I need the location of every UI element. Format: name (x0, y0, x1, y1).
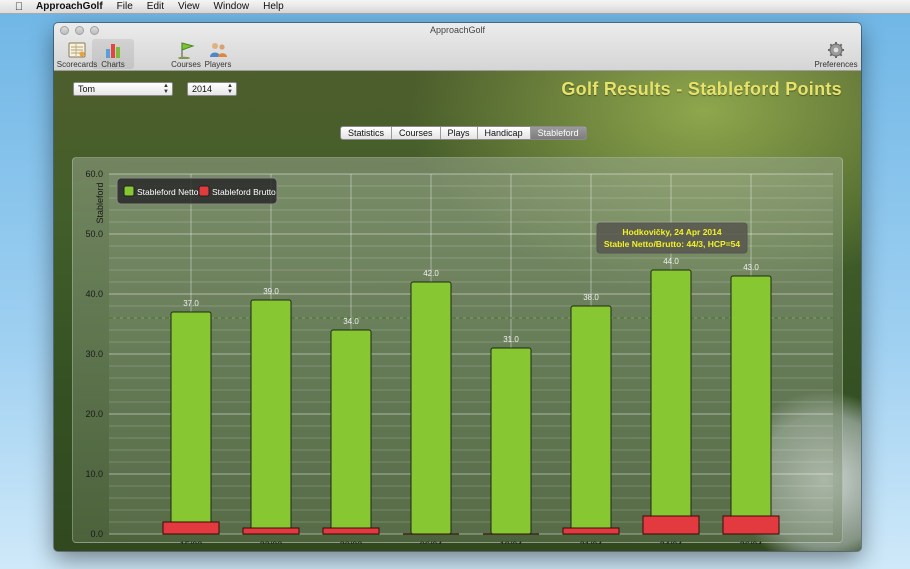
bar-value-label: 43.0 (743, 263, 759, 272)
toolbar-preferences-label: Preferences (814, 60, 858, 69)
bar-netto (330, 329, 372, 535)
player-select[interactable]: Tom ▲ ▼ (73, 82, 173, 96)
bar-value-label: 31.0 (503, 335, 519, 344)
bar-netto (730, 275, 772, 535)
select-arrows-icon: ▲ ▼ (163, 83, 169, 95)
y-tick-label: 0.0 (90, 529, 103, 539)
bar-value-label: 34.0 (343, 317, 359, 326)
x-tick-label: 24/04 (660, 540, 683, 544)
x-tick-label: 06/04 (420, 540, 443, 544)
x-tick-label: 26/04 (740, 540, 763, 544)
x-tick-label: 22/03 (260, 540, 283, 544)
year-select-value: 2014 (192, 84, 213, 94)
bar-netto (410, 281, 452, 535)
bar-netto (650, 269, 692, 535)
stableford-bar-chart: 0.0 10.0 20.0 30.0 40.0 50.0 60.0 Stableford 37.… (85, 169, 833, 544)
bar-value-label: 44.0 (663, 257, 679, 266)
golf-flag-icon (178, 42, 195, 59)
bar-value-label: 38.0 (583, 293, 599, 302)
chart-tabs: Statistics Courses Plays Handicap Stable… (340, 126, 587, 140)
year-select[interactable]: 2014 ▲ ▼ (187, 82, 237, 96)
toolbar-players-label: Players (204, 60, 232, 69)
x-tick-label: 21/04 (580, 540, 603, 544)
bar-netto (570, 305, 612, 535)
y-axis-label: Stableford (95, 182, 105, 223)
bar-netto (490, 347, 532, 535)
bar-value-label: 37.0 (183, 299, 199, 308)
menu-edit[interactable]: Edit (147, 1, 164, 12)
y-tick-label: 40.0 (85, 289, 103, 299)
players-icon (210, 43, 227, 57)
legend-label-brutto: Stableford Brutto (212, 187, 276, 197)
x-tick-label: 15/03 (180, 540, 203, 544)
title-bar: ApproachGolf Scorecards Charts Courses P… (54, 23, 861, 71)
toolbar-players-button[interactable]: Players (197, 39, 239, 69)
menu-app-name[interactable]: ApproachGolf (36, 1, 103, 12)
select-arrows-icon: ▲ ▼ (227, 83, 233, 95)
y-tick-label: 60.0 (85, 169, 103, 179)
toolbar-charts-label: Charts (101, 60, 125, 69)
legend-label-netto: Stableford Netto (137, 187, 199, 197)
window-title: ApproachGolf (429, 25, 486, 35)
legend-swatch-netto (123, 185, 135, 197)
chart-panel: 0.0 10.0 20.0 30.0 40.0 50.0 60.0 Stableford 37.… (72, 157, 843, 544)
bar-value-label: 42.0 (423, 269, 439, 278)
x-tick-label: 19/04 (500, 540, 523, 544)
legend-swatch-brutto (198, 185, 210, 197)
tooltip-line2: Stable Netto/Brutto: 44/3, HCP=54 (604, 239, 741, 249)
menu-help[interactable]: Help (263, 1, 284, 12)
gear-icon (828, 42, 844, 58)
bar-brutto (722, 515, 780, 535)
y-tick-label: 20.0 (85, 409, 103, 419)
bar-netto (170, 311, 212, 535)
player-select-value: Tom (78, 84, 96, 94)
bar-brutto (242, 527, 300, 535)
bar-chart-icon (106, 44, 120, 58)
bar-brutto (162, 521, 220, 535)
app-window: ApproachGolf Scorecards Charts Courses P… (54, 23, 861, 551)
tab-stableford[interactable]: Stableford (530, 127, 586, 139)
menu-view[interactable]: View (178, 1, 200, 12)
tab-statistics[interactable]: Statistics (341, 127, 393, 139)
bar-brutto (642, 515, 700, 535)
toolbar-charts-button[interactable]: Charts (92, 39, 134, 69)
tab-handicap[interactable]: Handicap (478, 127, 531, 139)
y-tick-label: 10.0 (85, 469, 103, 479)
tooltip-line1: Hodkovičky, 24 Apr 2014 (622, 227, 721, 237)
menu-file[interactable]: File (117, 1, 133, 12)
tab-plays[interactable]: Plays (441, 127, 478, 139)
page-title: Golf Results - Stableford Points (561, 79, 842, 99)
bar-brutto (562, 527, 620, 535)
content-area: Tom ▲ ▼ 2014 ▲ ▼ Golf Results - Stableford… (54, 71, 861, 551)
menu-bar:  ApproachGolf File Edit View Window Hel… (0, 0, 910, 14)
scorecard-icon (68, 42, 86, 58)
x-tick-label: 30/03 (340, 540, 363, 544)
tab-courses[interactable]: Courses (392, 127, 441, 139)
y-tick-label: 50.0 (85, 229, 103, 239)
bar-netto (250, 299, 292, 535)
toolbar-preferences-button[interactable]: Preferences (814, 39, 858, 69)
bar-value-label: 39.0 (263, 287, 279, 296)
menu-window[interactable]: Window (214, 1, 250, 12)
apple-icon[interactable]:  (12, 1, 26, 13)
y-tick-label: 30.0 (85, 349, 103, 359)
bar-brutto (322, 527, 380, 535)
